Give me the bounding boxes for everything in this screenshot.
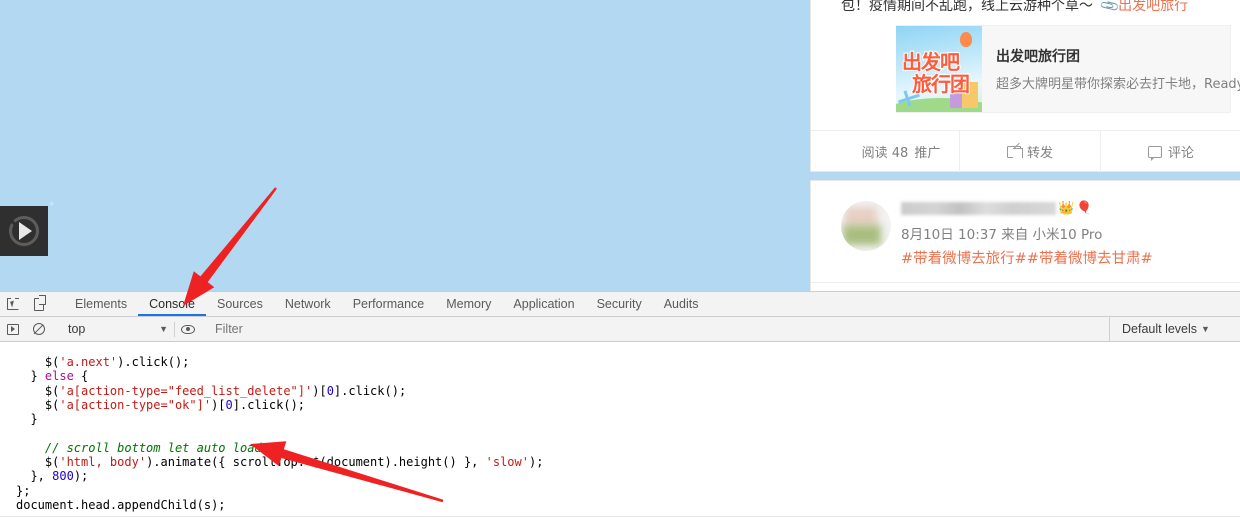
code-token: $(: [16, 398, 59, 412]
avatar[interactable]: [841, 201, 891, 251]
console-output-area[interactable]: $('a.next').click(); } else { $('a[actio…: [0, 342, 1240, 516]
read-count-label: 阅读 48: [862, 142, 909, 161]
code-token: ).animate({ scrollTop: $(document).heigh…: [146, 455, 486, 469]
tab-sources[interactable]: Sources: [206, 292, 274, 316]
code-token: 'html, body': [59, 455, 146, 469]
post-timestamp-source: 8月10日 10:37 来自 小米10 Pro: [901, 223, 1102, 243]
code-token: )[: [211, 398, 225, 412]
avatar-blur-bottom: [843, 225, 881, 245]
tab-audits[interactable]: Audits: [653, 292, 710, 316]
tab-application[interactable]: Application: [502, 292, 585, 316]
post-hashtags[interactable]: #带着微博去旅行##带着微博去甘肃#: [901, 247, 1153, 268]
code-token: document.head.appendChild(s);: [16, 498, 226, 512]
play-triangle-icon: [19, 222, 32, 240]
inspect-element-button[interactable]: [0, 292, 26, 316]
code-token: };: [16, 484, 30, 498]
code-token: }: [16, 412, 38, 426]
code-token: );: [74, 469, 88, 483]
weibo-post-card-top: 包！疫情期间不乱跑，线上云游种个草～ 📎出发吧旅行 出发吧 旅行团 出发吧旅行团…: [810, 0, 1240, 172]
inspect-element-icon: [7, 298, 19, 310]
console-sidebar-button[interactable]: [0, 317, 26, 341]
article-thumbnail: 出发吧 旅行团: [896, 26, 982, 112]
code-token: $(: [16, 455, 59, 469]
read-count-section: 阅读 48 推广: [811, 131, 959, 172]
device-toolbar-button[interactable]: [26, 292, 52, 316]
code-token: 0: [327, 384, 334, 398]
code-token: {: [74, 369, 88, 383]
post-text-line: 包！疫情期间不乱跑，线上云游种个草～ 📎出发吧旅行: [841, 0, 1188, 15]
crown-badge-icon: 👑: [1058, 200, 1074, 216]
code-token: // scroll bottom let auto load: [45, 441, 262, 455]
chevron-down-icon: ▼: [1201, 324, 1210, 334]
code-token: [16, 441, 45, 455]
device-toolbar-icon: [34, 298, 44, 311]
avatar-blur-top: [845, 207, 877, 227]
code-token: 'a[action-type="ok"]': [59, 398, 211, 412]
log-levels-selector[interactable]: Default levels ▼: [1110, 322, 1240, 336]
devtools-panel: ElementsConsoleSourcesNetworkPerformance…: [0, 291, 1240, 517]
code-token: ).click();: [117, 355, 189, 369]
comment-label: 评论: [1168, 142, 1194, 161]
sparkle-icon: ✦: [48, 200, 56, 209]
promote-label[interactable]: 推广: [914, 142, 940, 161]
clear-console-icon: [33, 323, 45, 335]
execution-context-value: top: [68, 322, 85, 336]
paperclip-icon: 📎: [1099, 0, 1121, 17]
code-token: },: [16, 469, 52, 483]
comment-icon: [1148, 146, 1162, 158]
devtools-tab-bar: ElementsConsoleSourcesNetworkPerformance…: [0, 292, 1240, 317]
console-code-block: $('a.next').click(); } else { $('a[actio…: [0, 354, 543, 512]
web-page-viewport: ✦ 包！疫情期间不乱跑，线上云游种个草～ 📎出发吧旅行 出发吧 旅行团 出发吧旅…: [0, 0, 1240, 291]
live-expression-icon: [181, 325, 195, 334]
console-sidebar-icon: [7, 324, 19, 335]
tab-security[interactable]: Security: [586, 292, 653, 316]
post-author-name-redacted[interactable]: [901, 202, 1056, 215]
video-thumbnail[interactable]: [0, 206, 48, 256]
log-levels-label: Default levels: [1122, 322, 1197, 336]
chevron-down-icon: ▼: [159, 324, 168, 334]
code-token: }: [16, 369, 45, 383]
comment-button[interactable]: 评论: [1100, 131, 1240, 172]
clear-console-button[interactable]: [26, 317, 52, 341]
code-token: $(: [16, 384, 59, 398]
post-action-bar: 阅读 48 推广 转发 评论: [811, 130, 1240, 172]
article-card[interactable]: 出发吧 旅行团 出发吧旅行团 超多大牌明星带你探索必去打卡地，Ready!: [896, 25, 1231, 113]
code-token: 'a[action-type="feed_list_delete"]': [59, 384, 312, 398]
balloon-badge-icon: 🎈: [1076, 200, 1092, 216]
thumbnail-text-line2: 旅行团: [912, 68, 969, 97]
code-token: 0: [226, 398, 233, 412]
forward-button[interactable]: 转发: [959, 131, 1100, 172]
code-token: )[: [312, 384, 326, 398]
tab-memory[interactable]: Memory: [435, 292, 502, 316]
code-token: ].click();: [233, 398, 305, 412]
share-icon: [1007, 146, 1021, 158]
post-topic-link[interactable]: 出发吧旅行: [1118, 0, 1188, 14]
code-token: ].click();: [334, 384, 406, 398]
code-token: 'a.next': [59, 355, 117, 369]
post-text: 包！疫情期间不乱跑，线上云游种个草～: [841, 0, 1093, 14]
post-divider: [811, 282, 1240, 283]
tab-console[interactable]: Console: [138, 292, 206, 316]
forward-label: 转发: [1027, 142, 1053, 161]
code-token: );: [529, 455, 543, 469]
balloon-shape: [960, 32, 972, 47]
execution-context-selector[interactable]: top ▼: [68, 322, 174, 336]
code-token: 'slow': [486, 455, 529, 469]
article-title: 出发吧旅行团: [996, 46, 1240, 66]
console-filter-input[interactable]: [213, 319, 1105, 339]
code-token: 800: [52, 469, 74, 483]
tab-network[interactable]: Network: [274, 292, 342, 316]
tab-elements[interactable]: Elements: [64, 292, 138, 316]
tab-performance[interactable]: Performance: [342, 292, 436, 316]
article-description: 超多大牌明星带你探索必去打卡地，Ready!: [996, 73, 1240, 92]
code-token: $(: [16, 355, 59, 369]
article-body: 出发吧旅行团 超多大牌明星带你探索必去打卡地，Ready!: [982, 46, 1240, 92]
live-expression-button[interactable]: [175, 317, 201, 341]
screenshot-root: ✦ 包！疫情期间不乱跑，线上云游种个草～ 📎出发吧旅行 出发吧 旅行团 出发吧旅…: [0, 0, 1240, 517]
weibo-post-card-bottom: 👑 🎈 8月10日 10:37 来自 小米10 Pro #带着微博去旅行##带着…: [810, 180, 1240, 291]
code-token: else: [45, 369, 74, 383]
console-filter-bar: top ▼ Default levels ▼: [0, 317, 1240, 342]
